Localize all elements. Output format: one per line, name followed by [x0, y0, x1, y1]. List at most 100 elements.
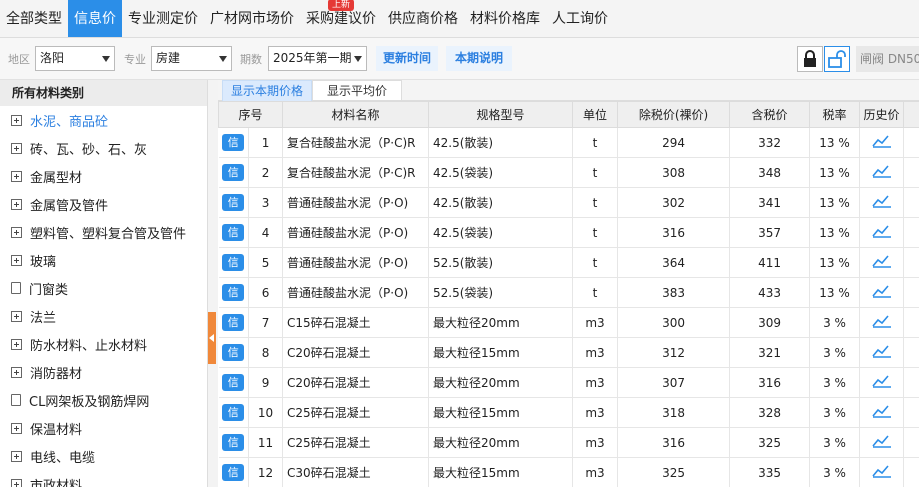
- trend-chart-icon[interactable]: [871, 254, 892, 271]
- expand-plus-icon[interactable]: [11, 338, 22, 350]
- expand-plus-icon[interactable]: [11, 366, 22, 378]
- history-cell: [859, 157, 905, 188]
- period-select[interactable]: 2025年第一期: [268, 46, 367, 71]
- unlock-icon[interactable]: [824, 46, 850, 72]
- tab-average-price[interactable]: 显示平均价: [312, 80, 402, 101]
- sidebar-item[interactable]: 金属管及管件: [0, 190, 207, 218]
- price-ex-tax: 312: [617, 337, 731, 368]
- table-row[interactable]: 信 3 普通硅酸盐水泥（P·O) 42.5(散装) t 302 341 13 %: [218, 187, 919, 218]
- table-row[interactable]: 信 10 C25碎石混凝土 最大粒径15mm m3 318 328 3 %: [218, 397, 919, 428]
- unit: t: [572, 187, 619, 218]
- table-row[interactable]: 信 11 C25碎石混凝土 最大粒径20mm m3 316 325 3 %: [218, 427, 919, 458]
- price-view-tabs: 显示本期价格 显示平均价: [218, 80, 919, 101]
- table-row[interactable]: 信 8 C20碎石混凝土 最大粒径15mm m3 312 321 3 %: [218, 337, 919, 368]
- table-row[interactable]: 信 9 C20碎石混凝土 最大粒径20mm m3 307 316 3 %: [218, 367, 919, 398]
- table-row[interactable]: 信 5 普通硅酸盐水泥（P·O) 52.5(散装) t 364 411 13 %: [218, 247, 919, 278]
- period-note-button[interactable]: 本期说明: [446, 46, 512, 71]
- expand-plus-icon[interactable]: [11, 198, 22, 210]
- region-select[interactable]: 洛阳: [35, 46, 115, 71]
- chevron-down-icon: [102, 56, 110, 62]
- sidebar-scrollbar[interactable]: [208, 80, 218, 487]
- sidebar-item[interactable]: 塑料管、塑料复合管及管件: [0, 218, 207, 246]
- sidebar-item[interactable]: 市政材料: [0, 470, 207, 487]
- tab-material-library[interactable]: 材料价格库: [464, 0, 546, 37]
- expand-plus-icon[interactable]: [11, 450, 22, 462]
- table-row[interactable]: 信 2 复合硅酸盐水泥（P·C)R 42.5(袋装) t 308 348 13 %: [218, 157, 919, 188]
- price-ex-tax: 364: [617, 247, 731, 278]
- sidebar-item[interactable]: CL网架板及钢筋焊网: [0, 386, 207, 414]
- table-row[interactable]: 信 6 普通硅酸盐水泥（P·O) 52.5(袋装) t 383 433 13 %: [218, 277, 919, 308]
- trend-chart-icon[interactable]: [871, 224, 892, 241]
- row-number: 6: [248, 277, 284, 308]
- sidebar-item[interactable]: 金属型材: [0, 162, 207, 190]
- col-no: 序号: [217, 101, 284, 128]
- trend-chart-icon[interactable]: [871, 194, 892, 211]
- tab-all-types[interactable]: 全部类型: [0, 0, 68, 37]
- sidebar-item-label: 砖、瓦、砂、石、灰: [30, 142, 148, 158]
- trend-chart-icon[interactable]: [871, 374, 892, 391]
- material-name: C20碎石混凝土: [282, 367, 430, 398]
- spacer-cell: [903, 397, 919, 428]
- expand-plus-icon[interactable]: [11, 478, 22, 487]
- expand-plus-icon[interactable]: [11, 226, 22, 238]
- expand-plus-icon[interactable]: [11, 142, 22, 154]
- history-cell: [859, 127, 905, 158]
- sidebar-item[interactable]: 消防器材: [0, 358, 207, 386]
- sidebar-item[interactable]: 砖、瓦、砂、石、灰: [0, 134, 207, 162]
- sidebar-item[interactable]: 电线、电缆: [0, 442, 207, 470]
- tab-supplier-price[interactable]: 供应商价格: [382, 0, 464, 37]
- trend-chart-icon[interactable]: [871, 284, 892, 301]
- chevron-down-icon: [219, 56, 227, 62]
- major-select[interactable]: 房建: [151, 46, 232, 71]
- tab-purchase-suggest-price[interactable]: 上新 采购建议价: [300, 0, 382, 37]
- col-name: 材料名称: [282, 101, 430, 128]
- expand-plus-icon[interactable]: [11, 310, 22, 322]
- spacer-cell: [903, 367, 919, 398]
- expand-plus-icon[interactable]: [11, 254, 22, 266]
- sidebar-item[interactable]: 法兰: [0, 302, 207, 330]
- sidebar-item-label: 水泥、商品砼: [30, 114, 109, 130]
- history-cell: [859, 427, 905, 458]
- update-time-button[interactable]: 更新时间: [376, 46, 438, 71]
- expand-plus-icon[interactable]: [11, 422, 22, 434]
- tax-rate: 13 %: [809, 277, 861, 308]
- sidebar-item[interactable]: 防水材料、止水材料: [0, 330, 207, 358]
- table-row[interactable]: 信 4 普通硅酸盐水泥（P·O) 42.5(袋装) t 316 357 13 %: [218, 217, 919, 248]
- trend-chart-icon[interactable]: [871, 314, 892, 331]
- table-row[interactable]: 信 7 C15碎石混凝土 最大粒径20mm m3 300 309 3 %: [218, 307, 919, 338]
- expand-plus-icon[interactable]: [11, 170, 22, 182]
- trend-chart-icon[interactable]: [871, 404, 892, 421]
- lock-icon[interactable]: [797, 46, 823, 72]
- sidebar-item[interactable]: 水泥、商品砼: [0, 106, 207, 134]
- trend-chart-icon[interactable]: [871, 134, 892, 151]
- sidebar-item[interactable]: 玻璃: [0, 246, 207, 274]
- col-history: 历史价: [859, 101, 905, 128]
- trend-chart-icon[interactable]: [871, 434, 892, 451]
- sidebar-item[interactable]: 保温材料: [0, 414, 207, 442]
- unit: m3: [572, 307, 619, 338]
- row-number: 4: [248, 217, 284, 248]
- tab-labor-inquiry[interactable]: 人工询价: [546, 0, 614, 37]
- table-row[interactable]: 信 1 复合硅酸盐水泥（P·C)R 42.5(散装) t 294 332 13 %: [218, 127, 919, 158]
- trend-chart-icon[interactable]: [871, 164, 892, 181]
- expand-plus-icon[interactable]: [11, 114, 22, 126]
- sidebar-item-label: 塑料管、塑料复合管及管件: [30, 226, 187, 242]
- tax-rate: 3 %: [809, 397, 861, 428]
- collapse-sidebar-handle[interactable]: [208, 312, 216, 364]
- spacer-cell: [903, 307, 919, 338]
- trend-chart-icon[interactable]: [871, 344, 892, 361]
- gate-valve-button[interactable]: 闸阀 DN50: [856, 46, 919, 72]
- info-badge-cell: 信: [218, 307, 249, 338]
- tab-professional-price[interactable]: 专业测定价: [122, 0, 204, 37]
- sidebar-item[interactable]: 门窗类: [0, 274, 207, 302]
- trend-chart-icon[interactable]: [871, 464, 892, 481]
- price-ex-tax: 316: [617, 427, 731, 458]
- tab-info-price[interactable]: 信息价: [68, 0, 122, 37]
- tab-market-price[interactable]: 广材网市场价: [204, 0, 300, 37]
- table-row[interactable]: 信 12 C30碎石混凝土 最大粒径15mm m3 325 335 3 %: [218, 457, 919, 487]
- price-in-tax: 316: [729, 367, 811, 398]
- document-icon: [11, 282, 21, 294]
- sidebar-item-label: 玻璃: [30, 254, 57, 270]
- tab-current-price[interactable]: 显示本期价格: [222, 80, 312, 101]
- price-in-tax: 335: [729, 457, 811, 487]
